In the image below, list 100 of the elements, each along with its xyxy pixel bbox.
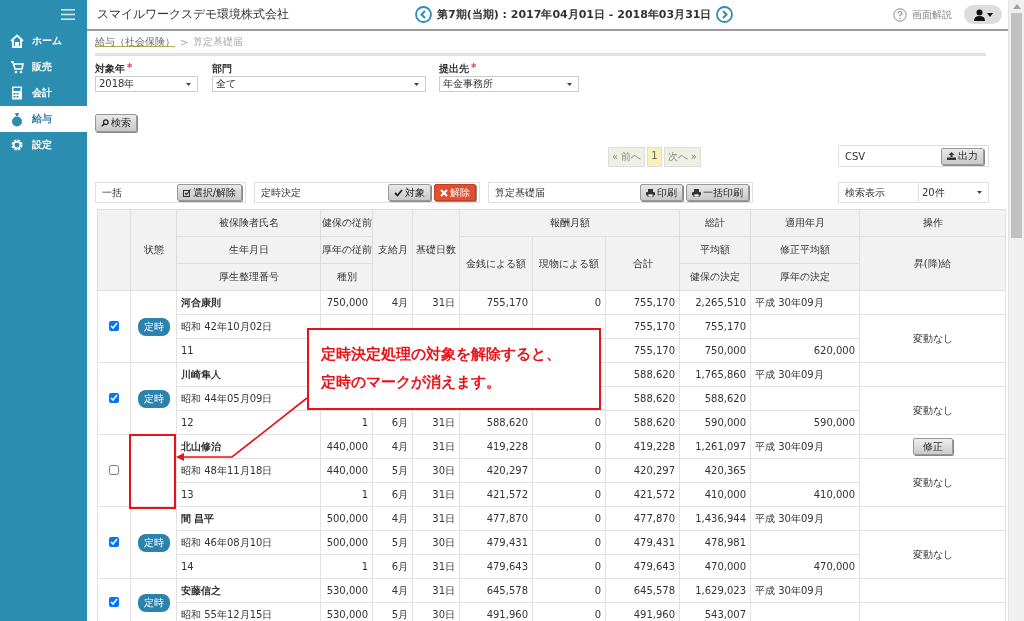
table-cell: 0 <box>594 417 601 428</box>
table-cell: 470,000 <box>813 561 856 572</box>
edit-button[interactable]: 修正 <box>912 438 953 455</box>
table-cell: 477,870 <box>486 513 528 524</box>
scrollbar-thumb[interactable] <box>1011 13 1022 238</box>
cancel-button[interactable]: 解除 <box>434 184 476 201</box>
required-mark: * <box>471 62 477 75</box>
table-cell: 変動なし <box>912 404 953 416</box>
table-cell: 588,620 <box>486 417 528 428</box>
cart-icon <box>9 60 24 74</box>
scroll-up-icon[interactable] <box>1012 4 1021 9</box>
row-checkbox[interactable] <box>109 392 119 403</box>
row-checkbox[interactable] <box>109 464 119 475</box>
next-period-icon[interactable] <box>716 6 734 23</box>
table-cell: 4月 <box>391 512 408 524</box>
checkbox-icon <box>182 188 191 197</box>
employee-name: 北山修治 <box>181 440 221 452</box>
column-header: 金銭による額 <box>466 257 526 269</box>
table-cell: 1 <box>361 489 368 500</box>
employee-name: 間 昌平 <box>181 512 215 524</box>
column-header: 適用年月 <box>785 217 826 228</box>
field-label: 提出先 <box>439 62 469 76</box>
table-cell: 620,000 <box>813 345 856 356</box>
export-button[interactable]: 出力 <box>941 147 984 165</box>
help-link[interactable]: 画面解説 <box>912 7 952 22</box>
table-cell: 421,572 <box>633 489 676 500</box>
table-cell: 0 <box>594 465 601 476</box>
dropdown-caret-icon <box>414 82 419 86</box>
apply-button[interactable]: 対象 <box>388 184 431 201</box>
table-cell: 昭和 48年11月18日 <box>181 464 273 476</box>
table-cell: 1,436,944 <box>695 513 747 524</box>
employee-name: 河合康則 <box>181 296 221 308</box>
dropdown[interactable]: 全て <box>212 76 426 92</box>
sidebar-item[interactable]: 設定 <box>0 132 87 158</box>
fiscal-period: 第7期(当期) : 2017年04月01日 - 2018年03月31日 <box>437 7 712 22</box>
company-name: スマイルワークスデモ環境株式会社 <box>97 6 290 23</box>
table-cell: 6月 <box>391 488 408 500</box>
table-cell: 0 <box>594 297 601 308</box>
dropdown-caret-icon <box>977 191 982 194</box>
status-badge: 定時 <box>137 317 170 336</box>
table-cell: 410,000 <box>813 489 856 500</box>
page-size-label: 検索表示 <box>845 185 885 200</box>
table-cell: 5月 <box>391 536 408 548</box>
employee-name: 安藤信之 <box>181 584 221 596</box>
dropdown[interactable]: 2018年 <box>95 76 198 92</box>
table-cell: 1 <box>361 417 368 428</box>
row-checkbox[interactable] <box>109 536 119 547</box>
table-cell: 590,000 <box>813 417 856 428</box>
table-cell: 31日 <box>432 440 455 452</box>
table-cell: 588,620 <box>633 417 676 428</box>
table-cell: 変動なし <box>912 332 953 344</box>
toolbar-label: 一括 <box>102 185 122 200</box>
page-number[interactable]: 1 <box>647 147 662 167</box>
table-cell: 昭和 46年08月10日 <box>181 536 273 548</box>
column-header: 現物による額 <box>539 257 599 269</box>
table-cell: 6月 <box>391 416 408 428</box>
print-button[interactable]: 印刷 <box>640 184 683 201</box>
table-cell: 31日 <box>432 296 455 308</box>
row-checkbox[interactable] <box>109 320 119 331</box>
column-header: 健保の従前 <box>321 217 372 228</box>
sidebar-item[interactable]: 会計 <box>0 80 87 106</box>
sidebar-item[interactable]: 給与 <box>0 106 87 132</box>
print-button[interactable]: 一括印刷 <box>686 184 749 201</box>
table-cell: 755,170 <box>704 321 747 332</box>
table-cell: 420,297 <box>486 465 528 476</box>
table-cell: 477,870 <box>633 513 676 524</box>
column-header: 修正平均額 <box>780 244 831 255</box>
table-cell: 440,000 <box>326 465 368 476</box>
table-cell: 500,000 <box>326 513 368 524</box>
close-icon <box>440 188 448 197</box>
table-cell: 平成 30年09月 <box>755 584 824 596</box>
table-cell: 14 <box>181 561 194 572</box>
breadcrumb-link[interactable]: 給与（社会保険） <box>95 35 175 49</box>
search-icon <box>101 119 109 127</box>
sidebar-item[interactable]: ホーム <box>0 28 87 54</box>
user-menu[interactable] <box>964 5 1002 24</box>
previous-period-icon[interactable] <box>415 6 432 23</box>
table-cell: 0 <box>594 441 601 452</box>
table-cell: 419,228 <box>486 441 528 452</box>
column-header: 操作 <box>922 217 943 228</box>
menu-icon[interactable] <box>61 8 75 20</box>
help-icon[interactable] <box>893 7 907 22</box>
select-button[interactable]: 選択/解除 <box>176 184 242 201</box>
dropdown[interactable]: 年金事務所 <box>439 76 579 92</box>
settings-icon <box>9 138 24 152</box>
table-cell: 6月 <box>391 560 408 572</box>
table-cell: 750,000 <box>326 297 368 308</box>
home-icon <box>9 34 24 48</box>
table-cell: 491,960 <box>633 609 676 620</box>
breadcrumb-separator: > <box>180 36 189 48</box>
table-cell: 530,000 <box>326 585 368 596</box>
sidebar-item[interactable]: 販売 <box>0 54 87 80</box>
row-checkbox[interactable] <box>109 596 119 607</box>
table-cell: 1,261,097 <box>695 441 747 452</box>
employee-name: 川崎隼人 <box>181 368 221 380</box>
table-cell: 31日 <box>432 416 455 428</box>
table-cell: 4月 <box>391 584 408 596</box>
search-button[interactable]: 検索 <box>95 114 137 132</box>
table-cell: 4月 <box>391 440 408 452</box>
upload-icon <box>947 152 956 160</box>
